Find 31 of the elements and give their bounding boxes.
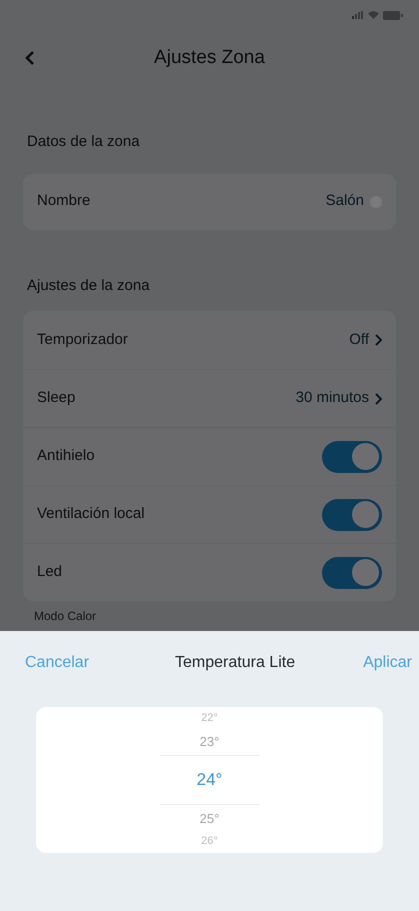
setting-label: Nombre: [37, 191, 90, 212]
setting-label: Led: [37, 562, 62, 582]
section-title: Modo Calor: [33, 609, 98, 623]
apply-button[interactable]: Aplicar: [363, 651, 412, 675]
toggle-switch[interactable]: [322, 498, 382, 530]
setting-value[interactable]: Off: [349, 328, 382, 352]
picker-option[interactable]: 26°: [201, 832, 218, 851]
picker-wheel[interactable]: 22° 23° 24° 25° 26°: [36, 707, 383, 853]
cancel-button[interactable]: Cancelar: [25, 651, 90, 675]
toggle-switch[interactable]: [322, 556, 382, 588]
toggle-switch[interactable]: [322, 440, 382, 472]
setting-label: Antihielo: [37, 446, 95, 466]
setting-label: Sleep: [37, 388, 76, 408]
screen-title: Ajustes Zona: [154, 46, 265, 70]
setting-value[interactable]: Salón: [326, 190, 382, 213]
section-title: Ajustes de la zona: [26, 276, 151, 296]
signal-icon: [352, 11, 364, 19]
battery-icon: [383, 10, 403, 20]
picker-option[interactable]: 23°: [200, 728, 220, 756]
chevron-icon: [375, 334, 382, 346]
setting-label: Temporizador: [37, 330, 128, 350]
wifi-icon: [368, 11, 379, 19]
section-title: Datos de la zona: [26, 132, 141, 152]
setting-label: Ventilación local: [37, 504, 145, 524]
sheet-title: Temperatura Lite: [175, 653, 296, 673]
setting-value[interactable]: 30 minutos: [296, 387, 382, 410]
back-icon: [25, 50, 35, 66]
picker-option[interactable]: 25°: [200, 804, 220, 832]
picker-option[interactable]: 24°: [160, 755, 260, 805]
picker-option[interactable]: 22°: [201, 709, 218, 728]
chevron-icon: [375, 392, 382, 404]
